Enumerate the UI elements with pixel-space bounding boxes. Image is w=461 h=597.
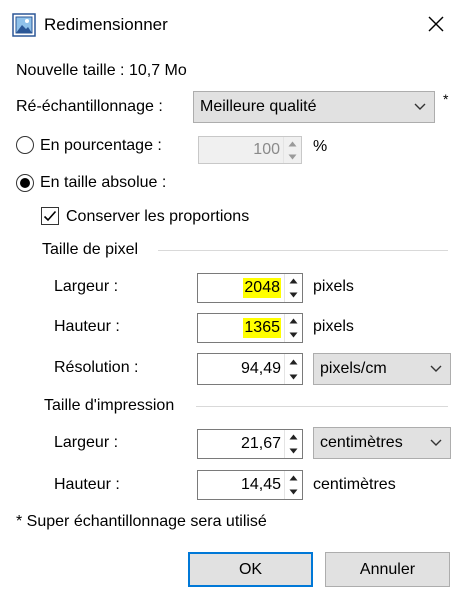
absolute-radio[interactable] [16, 174, 34, 192]
spin-down-icon[interactable] [285, 328, 302, 342]
pixel-height-label: Hauteur : [54, 318, 120, 335]
resolution-unit-value: pixels/cm [320, 360, 387, 377]
keep-proportions-checkbox[interactable] [41, 207, 59, 225]
spin-up-icon[interactable] [285, 354, 302, 369]
radio-selected-dot [20, 178, 30, 188]
cancel-button[interactable]: Annuler [325, 552, 450, 587]
resampling-asterisk: * [443, 91, 449, 107]
print-width-label: Largeur : [54, 434, 119, 451]
print-height-label: Hauteur : [54, 476, 120, 493]
resampling-select[interactable]: Meilleure qualité [193, 91, 435, 123]
pixel-height-value: 1365 [243, 318, 281, 338]
app-icon [12, 13, 36, 37]
spin-up-icon[interactable] [285, 314, 302, 328]
pixel-width-unit: pixels [313, 278, 354, 295]
percentage-value: 100 [253, 141, 280, 158]
spin-down-icon[interactable] [285, 485, 302, 499]
spin-down-icon[interactable] [285, 369, 302, 384]
spin-up-icon[interactable] [285, 274, 302, 288]
resolution-label: Résolution : [54, 359, 139, 376]
checkmark-icon [43, 210, 57, 222]
print-height-unit: centimètres [313, 476, 396, 493]
pixel-width-label: Largeur : [54, 278, 119, 295]
pixel-width-input[interactable]: 2048 [197, 273, 303, 303]
print-width-unit: centimètres [320, 434, 403, 451]
spin-up-icon[interactable] [284, 137, 301, 150]
keep-proportions-label: Conserver les proportions [66, 208, 250, 225]
spin-up-icon[interactable] [285, 430, 302, 444]
chevron-down-icon [430, 439, 442, 446]
resolution-input[interactable]: 94,49 [197, 353, 303, 385]
spin-down-icon[interactable] [285, 288, 302, 302]
group-divider [158, 250, 448, 251]
chevron-down-icon [414, 103, 426, 110]
spin-down-icon[interactable] [285, 444, 302, 458]
spin-down-icon[interactable] [284, 150, 301, 163]
resolution-value: 94,49 [240, 360, 281, 377]
print-unit-select[interactable]: centimètres [313, 427, 451, 459]
percentage-input[interactable]: 100 [198, 136, 302, 164]
new-size-label: Nouvelle taille : 10,7 Mo [16, 62, 187, 79]
close-icon[interactable] [426, 14, 446, 34]
print-width-input[interactable]: 21,67 [197, 429, 303, 459]
group-divider [196, 406, 448, 407]
print-width-value: 21,67 [240, 435, 281, 452]
spin-up-icon[interactable] [285, 471, 302, 485]
ok-button-label: OK [238, 560, 263, 578]
percentage-label: En pourcentage : [40, 137, 162, 154]
window-title: Redimensionner [44, 15, 168, 34]
chevron-down-icon [430, 365, 442, 372]
cancel-button-label: Annuler [359, 560, 416, 578]
print-group-title: Taille d'impression [44, 397, 175, 414]
ok-button[interactable]: OK [188, 552, 313, 587]
absolute-label: En taille absolue : [40, 174, 167, 191]
percentage-unit: % [313, 138, 328, 155]
pixel-group-title: Taille de pixel [42, 241, 139, 258]
pixel-width-value: 2048 [243, 278, 281, 298]
resampling-label: Ré-échantillonnage : [16, 98, 163, 115]
print-height-value: 14,45 [240, 476, 281, 493]
resolution-unit-select[interactable]: pixels/cm [313, 353, 451, 385]
pixel-height-input[interactable]: 1365 [197, 313, 303, 343]
print-height-input[interactable]: 14,45 [197, 470, 303, 500]
pixel-height-unit: pixels [313, 318, 354, 335]
percentage-radio[interactable] [16, 136, 34, 154]
footnote: * Super échantillonnage sera utilisé [16, 513, 267, 530]
resampling-value: Meilleure qualité [200, 98, 317, 115]
